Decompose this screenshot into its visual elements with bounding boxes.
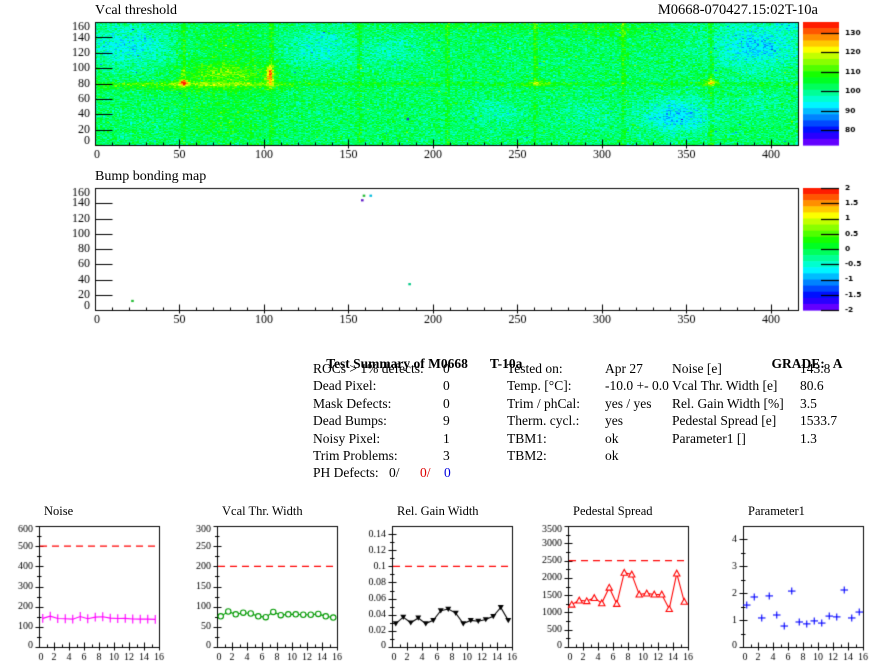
vcal-thr-width-plot-title: Vcal Thr. Width <box>222 504 303 518</box>
rel-gain-width-plot-title: Rel. Gain Width <box>397 504 479 518</box>
result-label: Noise [e] <box>672 361 722 376</box>
defect-value: 0 <box>443 361 450 376</box>
condition-label: TBM2: <box>507 448 547 463</box>
condition-value: ok <box>605 430 619 446</box>
defect-label: Mask Defects: <box>313 395 392 411</box>
condition-label: Temp. [°C]: <box>507 378 572 394</box>
noise-plot <box>9 516 169 666</box>
defect-value: 9 <box>443 413 450 429</box>
result-label: Parameter1 [] <box>672 430 746 446</box>
vcal-threshold-heatmap <box>0 0 896 166</box>
condition-value: ok <box>605 448 619 463</box>
condition-value: yes <box>605 413 623 429</box>
result-value: 1533.7 <box>800 413 838 429</box>
result-value: 80.6 <box>800 378 824 394</box>
defect-label: Dead Pixel: <box>313 378 377 394</box>
parameter1-plot-title: Parameter1 <box>748 504 805 518</box>
condition-label: Trim / phCal: <box>507 395 581 411</box>
result-value: 1.3 <box>800 430 817 446</box>
bump-bonding-title: Bump bonding map <box>95 169 207 184</box>
ph-defects-label: PH Defects: <box>313 465 379 481</box>
defect-value: 1 <box>443 430 450 446</box>
grade-value: A <box>832 356 843 371</box>
vcal-thr-width-plot <box>187 516 347 666</box>
defect-value: 3 <box>443 448 450 463</box>
condition-label: TBM1: <box>507 430 547 446</box>
condition-label: Therm. cycl.: <box>507 413 580 429</box>
parameter1-plot <box>713 516 873 666</box>
condition-value: Apr 27 <box>605 361 643 376</box>
condition-value: -10.0 +- 0.0 <box>605 378 669 394</box>
defect-label: Dead Bumps: <box>313 413 387 429</box>
result-label: Vcal Thr. Width [e] <box>672 378 778 394</box>
defect-label: Noisy Pixel: <box>313 430 381 446</box>
ph-defects-value-3: 0 <box>444 465 451 481</box>
vcal-threshold-title: Vcal threshold <box>95 3 178 18</box>
module-id: M0668-070427.15:02T-10a <box>657 2 818 18</box>
ph-defects-value-1: 0/ <box>389 465 400 481</box>
defect-value: 0 <box>443 378 450 394</box>
module-test-report: Vcal threshold M0668-070427.15:02T-10a B… <box>0 0 896 672</box>
rel-gain-width-plot <box>362 516 522 666</box>
condition-value: yes / yes <box>605 395 652 411</box>
defect-value: 0 <box>443 395 450 411</box>
result-value: 3.5 <box>800 395 817 411</box>
defect-label: ROCs > 1% defects: <box>313 361 424 376</box>
ph-defects-value-2: 0/ <box>420 465 431 481</box>
pedestal-spread-plot <box>538 516 698 666</box>
result-label: Pedestal Spread [e] <box>672 413 777 429</box>
condition-label: Tested on: <box>507 361 563 376</box>
pedestal-spread-plot-title: Pedestal Spread <box>573 504 653 518</box>
result-label: Rel. Gain Width [%] <box>672 395 784 411</box>
defect-label: Trim Problems: <box>313 448 398 463</box>
bump-bonding-map <box>0 166 896 332</box>
noise-plot-title: Noise <box>44 504 74 518</box>
result-value: 143.8 <box>800 361 831 376</box>
